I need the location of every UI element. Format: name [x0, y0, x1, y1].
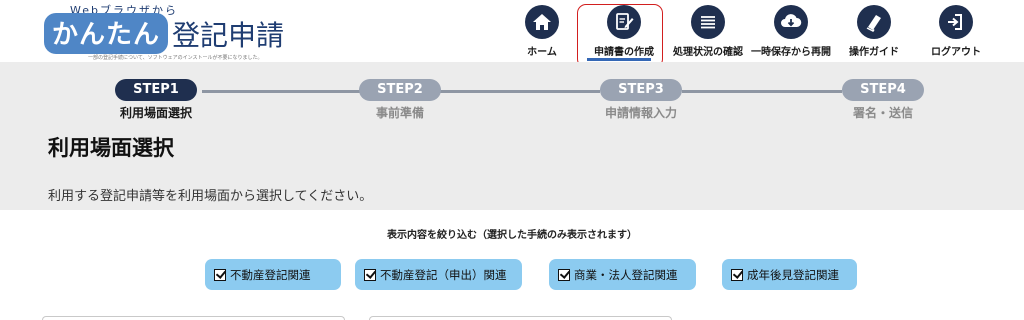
procedure-card[interactable]: [369, 316, 672, 320]
nav-check-status-label: 処理状況の確認: [673, 47, 743, 58]
filter-option-label: 商業・法人登記関連: [574, 267, 678, 282]
page-title: 利用場面選択: [48, 136, 174, 160]
step-connector: [440, 90, 600, 93]
logout-icon: [939, 5, 973, 39]
step3-pill: STEP3: [600, 79, 682, 101]
step2-label: 事前準備: [375, 106, 424, 120]
nav-home[interactable]: ホーム: [500, 0, 584, 62]
header: Webブラウザから かんたん 登記申請 一部の登記手続について、ソフトウェアのイ…: [0, 0, 1024, 68]
nav-resume-saved-label: 一時保存から再開: [751, 47, 831, 58]
checkbox-checked-icon[interactable]: [558, 268, 570, 281]
filter-caption: 表示内容を絞り込む（選択した手続のみ表示されます）: [387, 230, 637, 241]
logo-sub-text: 一部の登記手続について、ソフトウェアのインストールが不要になりました。: [88, 55, 263, 61]
checkbox-checked-icon[interactable]: [214, 268, 226, 281]
logo-main-text: 登記申請: [172, 18, 285, 52]
nav-home-label: ホーム: [527, 47, 557, 58]
home-icon: [525, 5, 559, 39]
filter-real-estate-registration[interactable]: 不動産登記関連: [205, 259, 341, 290]
cloud-download-icon: [774, 5, 808, 39]
instructions-text: 利用する登記申請等を利用場面から選択してください。: [48, 189, 373, 204]
filter-option-label: 不動産登記（申出）関連: [380, 267, 507, 282]
nav-logout[interactable]: ログアウト: [914, 0, 998, 62]
filter-commercial-corporate[interactable]: 商業・法人登記関連: [549, 259, 696, 290]
procedure-card[interactable]: [42, 316, 345, 320]
step4-pill: STEP4: [842, 79, 924, 101]
step-connector: [202, 90, 360, 93]
checkbox-checked-icon[interactable]: [731, 268, 743, 281]
step2-pill: STEP2: [359, 79, 441, 101]
active-nav-highlight: [577, 4, 663, 68]
filter-real-estate-request[interactable]: 不動産登記（申出）関連: [355, 259, 522, 290]
nav-operation-guide[interactable]: 操作ガイド: [832, 0, 916, 62]
step3-label: 申請情報入力: [604, 106, 677, 120]
list-icon: [691, 5, 725, 39]
nav-resume-saved[interactable]: 一時保存から再開: [749, 0, 833, 62]
nav-check-status[interactable]: 処理状況の確認: [666, 0, 750, 62]
filter-option-label: 不動産登記関連: [230, 267, 311, 282]
checkbox-checked-icon[interactable]: [364, 268, 376, 281]
filter-option-label: 成年後見登記関連: [747, 267, 839, 282]
step1-pill: STEP1: [115, 79, 197, 101]
step4-label: 署名・送信: [852, 106, 913, 120]
site-logo[interactable]: Webブラウザから かんたん 登記申請 一部の登記手続について、ソフトウェアのイ…: [40, 2, 340, 62]
filter-adult-guardianship[interactable]: 成年後見登記関連: [722, 259, 857, 290]
step-connector: [682, 90, 842, 93]
logo-main: かんたん 登記申請: [44, 13, 284, 54]
step1-label: 利用場面選択: [119, 106, 192, 120]
logo-bubble-text: かんたん: [44, 13, 169, 54]
nav-operation-guide-label: 操作ガイド: [849, 47, 899, 58]
nav-logout-label: ログアウト: [931, 47, 981, 58]
book-icon: [857, 5, 891, 39]
